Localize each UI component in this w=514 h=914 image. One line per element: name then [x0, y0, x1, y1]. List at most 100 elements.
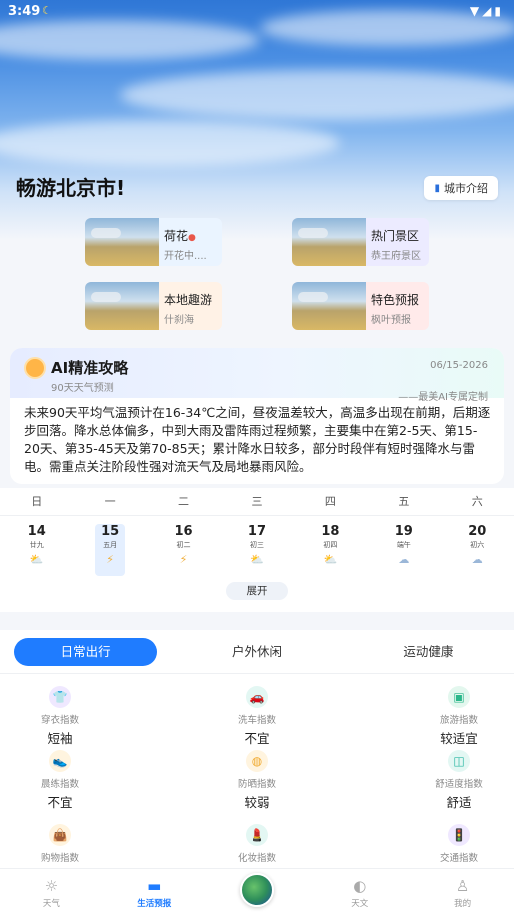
- partly-cloudy-icon: ⛅: [29, 553, 44, 566]
- index-item[interactable]: 🚦 交通指数: [399, 824, 514, 866]
- cloud-icon: ☁: [471, 553, 483, 566]
- life-tabs: 日常出行 户外休闲 运动健康: [0, 630, 514, 674]
- landscape-thumb: [85, 282, 159, 330]
- rain-cloud-icon: ☁: [398, 553, 410, 566]
- bag-icon: 👜: [49, 824, 71, 846]
- expand-button[interactable]: 展开: [226, 582, 288, 600]
- tile-subtitle: 枫叶预报: [371, 315, 411, 326]
- calendar-day[interactable]: 17 初三 ⛅: [220, 516, 293, 574]
- nav-life-forecast[interactable]: ▬ 生活预报: [103, 869, 206, 914]
- status-bar: 3:49 ☾ ▼◢▮: [0, 0, 514, 24]
- day-number: 17: [247, 524, 267, 539]
- lipstick-icon: 💄: [246, 824, 268, 846]
- ai-card-signature: ——最美AI专属定制: [398, 392, 488, 403]
- wifi-icon: ▼: [469, 4, 483, 18]
- nav-center-globe[interactable]: [206, 869, 309, 914]
- nav-label: 我的: [454, 899, 472, 909]
- page-title: 畅游北京市!: [16, 176, 126, 200]
- tile-special-forecast[interactable]: 特色预报 枫叶预报: [292, 282, 429, 330]
- index-label: 防晒指数: [237, 779, 276, 790]
- cloud-shape: [0, 20, 260, 60]
- index-item[interactable]: 👜 购物指数: [0, 824, 120, 866]
- day-number: 20: [468, 524, 487, 539]
- flower-icon: ●: [188, 233, 196, 243]
- city-intro-label: 城市介绍: [444, 182, 488, 195]
- day-number: 19: [394, 524, 413, 539]
- ai-card-date: 06/15-2026: [430, 360, 488, 371]
- weekday-label: 六: [471, 495, 483, 508]
- index-value: 短袖: [47, 731, 73, 746]
- index-value: 不宜: [47, 795, 73, 810]
- thunder-icon: ⚡: [106, 553, 114, 566]
- calendar-day[interactable]: 20 初六 ☁: [441, 516, 514, 574]
- lunar-date: 初六: [470, 541, 485, 549]
- tile-hot-spots[interactable]: 热门景区 恭王府景区: [292, 218, 429, 266]
- nav-weather[interactable]: ☼ 天气: [0, 869, 103, 914]
- lunar-date: 五月: [103, 541, 118, 549]
- cloud-shape: [0, 120, 340, 166]
- nav-astronomy[interactable]: ◐ 天文: [308, 869, 411, 914]
- thunder-icon: ⚡: [179, 553, 188, 566]
- landscape-thumb: [292, 282, 366, 330]
- tab-outdoor-leisure[interactable]: 户外休闲: [185, 638, 328, 666]
- weekday-label: 四: [324, 495, 336, 508]
- index-value: 较适宜: [440, 731, 478, 746]
- index-label: 化妆指数: [237, 853, 276, 864]
- index-item[interactable]: 👟 晨练指数 不宜: [0, 750, 120, 811]
- cloud-shape: [120, 70, 514, 120]
- ai-strategy-card[interactable]: AI精准攻略 90天天气预测 06/15-2026 ——最美AI专属定制 未来9…: [10, 348, 504, 484]
- index-label: 舒适度指数: [435, 779, 483, 790]
- index-item[interactable]: 👕 穿衣指数 短袖: [0, 686, 120, 747]
- user-icon: ♙: [455, 877, 470, 895]
- tile-title: 热门景区: [371, 229, 420, 243]
- landscape-thumb: [85, 218, 159, 266]
- calendar-day[interactable]: 14 廿九 ⛅: [0, 516, 73, 574]
- ai-card-body: 未来90天平均气温预计在16-34℃之间，昼夜温差较大，高温多出现在前期，后期逐…: [24, 405, 491, 474]
- tile-lotus[interactable]: 荷花● 开花中....: [85, 218, 222, 266]
- weekday-label: 五: [398, 495, 410, 508]
- nav-profile[interactable]: ♙ 我的: [411, 869, 514, 914]
- tile-local-fun[interactable]: 本地趣游 什刹海: [85, 282, 222, 330]
- sofa-icon: ◫: [448, 750, 470, 772]
- tile-subtitle: 恭王府景区: [371, 251, 421, 262]
- ai-card-title: AI精准攻略: [51, 359, 129, 377]
- globe-icon: [239, 873, 274, 907]
- index-item[interactable]: 🚗 洗车指数 不宜: [197, 686, 317, 747]
- lunar-date: 初四: [323, 541, 338, 549]
- calendar-day[interactable]: 19 端午 ☁: [367, 516, 440, 574]
- sun-icon: ☼: [44, 877, 59, 895]
- weekday-label: 日: [31, 495, 43, 508]
- weekday-label: 二: [178, 495, 190, 508]
- index-item[interactable]: ◍ 防晒指数 较弱: [197, 750, 317, 811]
- index-item[interactable]: 💄 化妆指数: [197, 824, 317, 866]
- city-intro-button[interactable]: ▮ 城市介绍: [424, 176, 498, 200]
- day-number: 16: [174, 524, 193, 539]
- tile-subtitle: 开花中....: [164, 251, 207, 262]
- tab-sports-health[interactable]: 运动健康: [357, 638, 500, 666]
- nav-label: 天文: [351, 899, 369, 909]
- index-item[interactable]: ▣ 旅游指数 较适宜: [399, 686, 514, 747]
- battery-icon: ▮: [494, 4, 504, 18]
- traffic-light-icon: 🚦: [448, 824, 470, 846]
- lunar-date: 初三: [249, 541, 264, 549]
- calendar-day[interactable]: 16 初二 ⚡: [147, 516, 220, 574]
- landscape-thumb: [292, 218, 366, 266]
- index-label: 交通指数: [439, 853, 478, 864]
- chart-icon: ▮: [434, 182, 440, 194]
- index-label: 晨练指数: [40, 779, 79, 790]
- sky-background: [0, 0, 514, 240]
- tile-title: 荷花: [164, 229, 189, 243]
- moon-icon: ☾: [42, 4, 52, 17]
- index-value: 较弱: [244, 795, 270, 810]
- index-label: 购物指数: [40, 853, 79, 864]
- lunar-date: 初二: [176, 541, 191, 549]
- lunar-date: 端午: [396, 541, 411, 549]
- index-value: 舒适: [446, 795, 472, 810]
- tile-subtitle: 什刹海: [164, 315, 194, 326]
- sneaker-icon: 👟: [49, 750, 71, 772]
- bottom-nav: ☼ 天气 ▬ 生活预报 ◐ 天文 ♙ 我的: [0, 868, 514, 914]
- tab-daily-travel[interactable]: 日常出行: [14, 637, 158, 666]
- calendar-day[interactable]: 18 初四 ⛅: [294, 516, 367, 574]
- calendar-day-selected[interactable]: 15 五月 ⚡: [73, 516, 146, 576]
- index-item[interactable]: ◫ 舒适度指数 舒适: [399, 750, 514, 811]
